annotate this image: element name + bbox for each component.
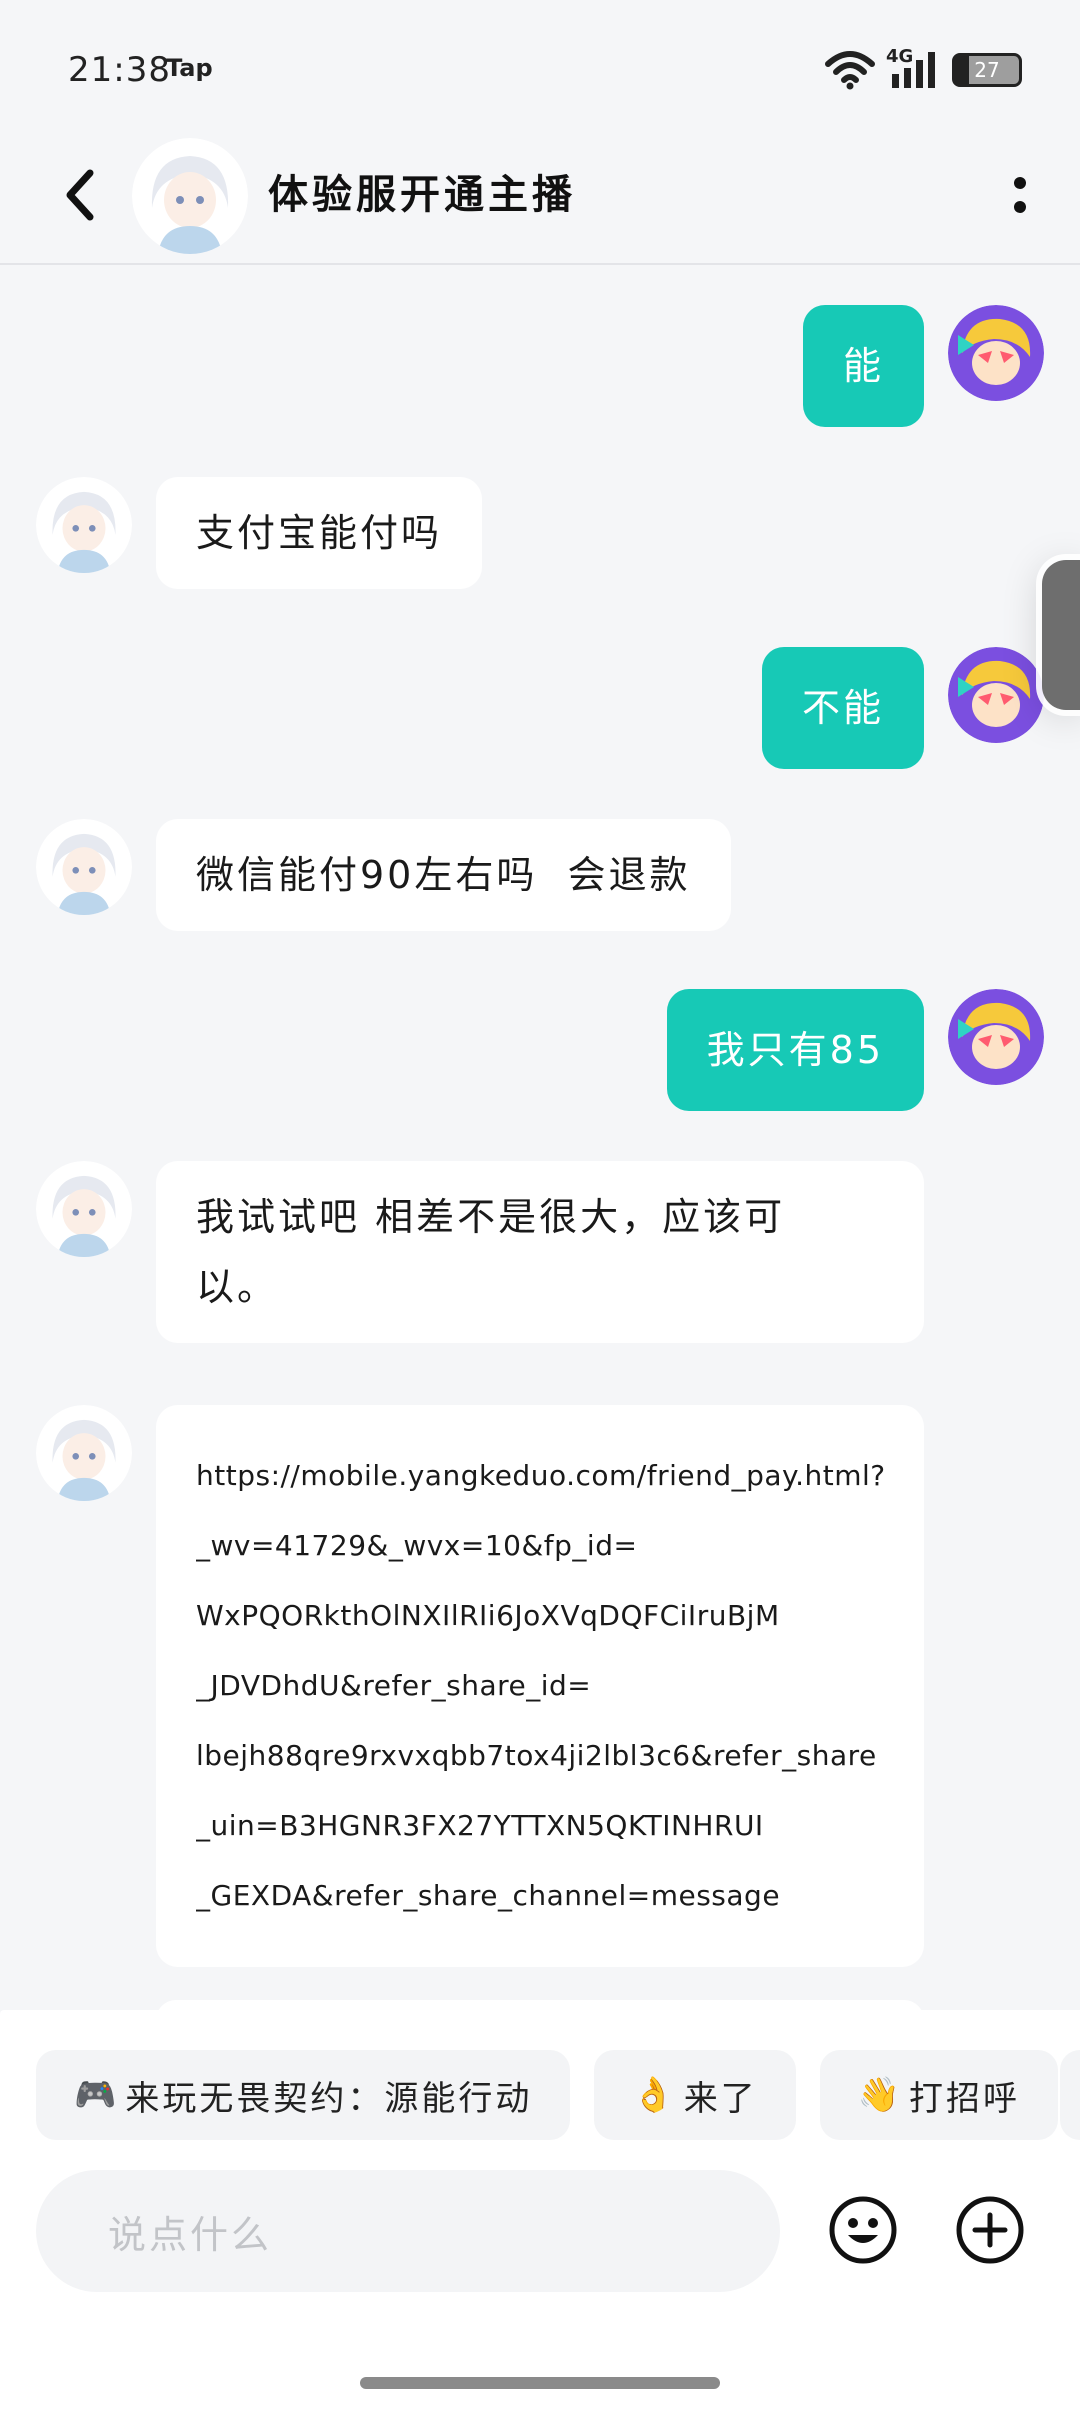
contact-avatar-small[interactable] [36, 1161, 132, 1257]
message-bubble-link[interactable]: https://mobile.yangkeduo.com/friend_pay.… [156, 1405, 924, 1967]
link-text-line[interactable]: _wv=41729&_wvx=10&fp_id= [196, 1511, 884, 1581]
chevron-left-icon [66, 169, 94, 221]
wave-icon: 👋 [857, 2075, 904, 2115]
quick-reply-label: 来玩无畏契约：源能行动 [125, 2078, 533, 2119]
quick-replies: 🎮 来玩无畏契约：源能行动 👌 来了 👋 打招呼 [36, 2050, 1059, 2140]
wifi-icon [825, 51, 875, 90]
contact-avatar-small[interactable] [36, 819, 132, 915]
next-message-peek [156, 2000, 924, 2010]
message-bubble-incoming[interactable]: 支付宝能付吗 [156, 477, 483, 589]
more-vertical-icon [1014, 177, 1026, 213]
my-avatar[interactable] [948, 989, 1044, 1085]
smiley-icon [829, 2196, 897, 2264]
link-text-line[interactable]: WxPQORkthOlNXIlRIi6JoXVqDQFCiIruBjM [196, 1581, 884, 1651]
contact-avatar-small[interactable] [36, 1405, 132, 1501]
quick-reply-label: 来了 [683, 2078, 758, 2119]
ok-hand-icon: 👌 [632, 2075, 678, 2115]
message-text: 支付宝能付吗 [196, 511, 443, 555]
message-line: 以。 [196, 1265, 279, 1309]
message-bubble-outgoing[interactable]: 不能 [761, 647, 924, 769]
quick-reply-label: 打招呼 [909, 2078, 1021, 2119]
quick-reply-chip[interactable]: 👋 打招呼 [819, 2050, 1059, 2140]
status-bar: 21:38 Tap 4G 27 [0, 0, 1080, 130]
input-placeholder: 说点什么 [108, 2212, 273, 2257]
quick-reply-chip[interactable]: 👌 来了 [594, 2050, 796, 2140]
message-line: 我试试吧 相差不是很大，应该可 [196, 1195, 786, 1239]
message-bubble-outgoing[interactable]: 我只有85 [666, 989, 924, 1111]
link-text-line[interactable]: _uin=B3HGNR3FX27YTTXN5QKTINHRUI [196, 1791, 884, 1861]
quick-reply-overflow[interactable] [1060, 2050, 1080, 2140]
chat-title: 体验服开通主播 [268, 172, 576, 218]
quick-reply-chip[interactable]: 🎮 来玩无畏契约：源能行动 [36, 2050, 571, 2140]
message-list[interactable]: 能 支付宝能付吗 不能 微信能付90左右吗 会退款 我只有85 我试试吧 相差不… [0, 265, 1080, 2010]
cell-signal-icon: 4G [886, 46, 942, 92]
plus-button[interactable] [955, 2195, 1025, 2265]
message-bubble-incoming[interactable]: 微信能付90左右吗 会退款 [156, 819, 731, 931]
my-avatar[interactable] [948, 647, 1044, 743]
status-time: 21:38 [68, 50, 171, 90]
message-bubble-incoming[interactable]: 我试试吧 相差不是很大，应该可 以。 [156, 1161, 924, 1343]
message-text: 微信能付90左右吗 会退款 [196, 853, 691, 897]
message-text: 能 [842, 344, 884, 388]
home-indicator[interactable] [360, 2377, 720, 2389]
contact-avatar-small[interactable] [36, 477, 132, 573]
tap-badge: Tap [166, 54, 213, 82]
contact-avatar[interactable] [132, 138, 248, 254]
chat-header: 体验服开通主播 [0, 130, 1080, 265]
my-avatar[interactable] [948, 305, 1044, 401]
message-bubble-outgoing[interactable]: 能 [802, 305, 924, 427]
message-input[interactable]: 说点什么 [36, 2170, 780, 2292]
message-text: 我只有85 [706, 1028, 884, 1072]
floating-widget[interactable] [1042, 560, 1080, 710]
link-text-line[interactable]: https://mobile.yangkeduo.com/friend_pay.… [196, 1441, 884, 1511]
battery-icon: 27 [952, 53, 1022, 87]
more-button[interactable] [990, 160, 1050, 230]
composer-panel: 🎮 来玩无畏契约：源能行动 👌 来了 👋 打招呼 说点什么 [0, 2010, 1080, 2412]
gamepad-icon: 🎮 [74, 2075, 120, 2115]
link-text-line[interactable]: _GEXDA&refer_share_channel=message [196, 1861, 884, 1931]
status-indicators: 4G 27 [824, 46, 1022, 92]
link-text-line[interactable]: lbejh88qre9rxvxqbb7tox4ji2lbl3c6&refer_s… [196, 1721, 884, 1791]
back-button[interactable] [48, 160, 112, 230]
battery-level: 27 [974, 58, 1000, 82]
emoji-button[interactable] [828, 2195, 898, 2265]
message-text: 不能 [801, 686, 884, 730]
link-text-line[interactable]: _JDVDhdU&refer_share_id= [196, 1651, 884, 1721]
plus-circle-icon [956, 2196, 1024, 2264]
